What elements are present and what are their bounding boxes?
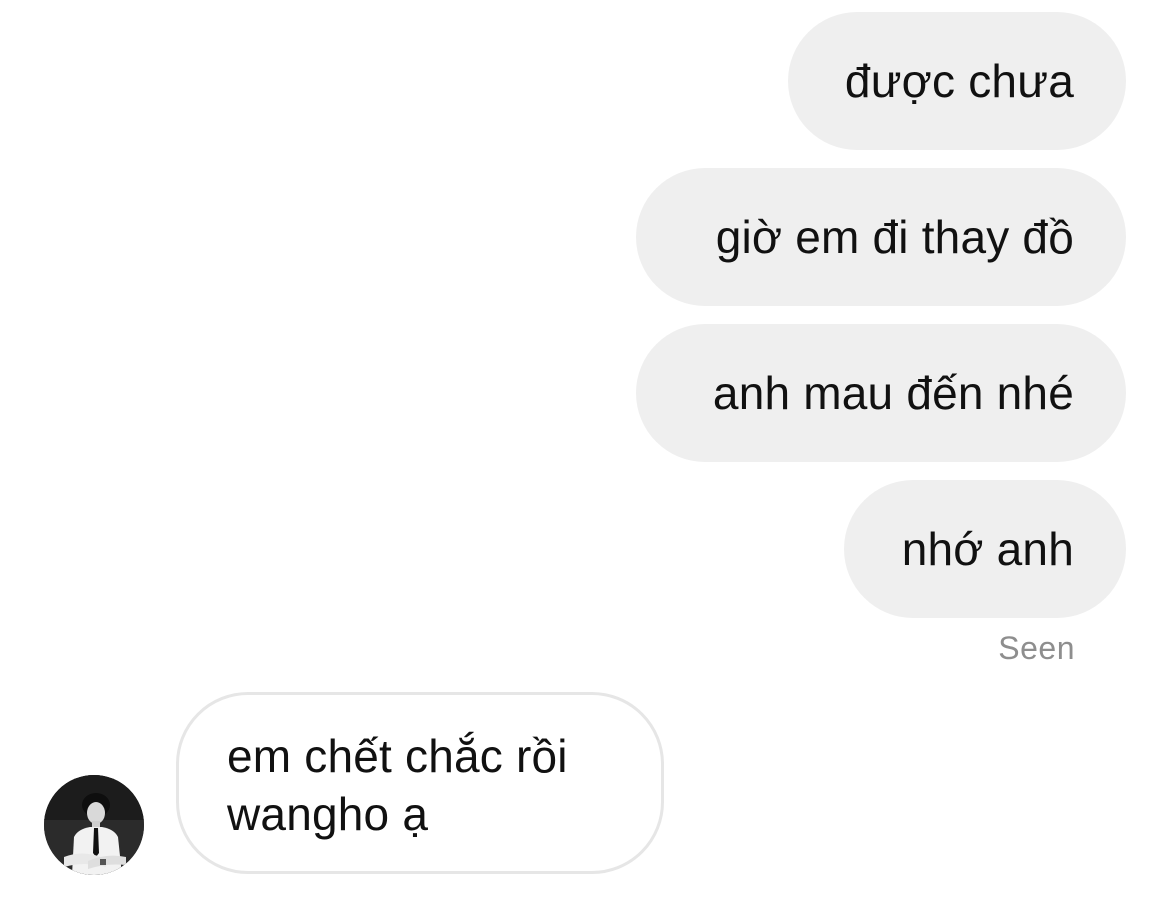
sent-message-bubble[interactable]: giờ em đi thay đồ: [636, 168, 1126, 306]
avatar[interactable]: [44, 775, 144, 875]
sent-message-bubble[interactable]: được chưa: [788, 12, 1126, 150]
sent-message-text: anh mau đến nhé: [712, 367, 1074, 419]
sent-message-text: được chưa: [844, 55, 1074, 107]
sent-message-bubble[interactable]: anh mau đến nhé: [636, 324, 1126, 462]
seen-status: Seen: [998, 630, 1075, 666]
chat-thread: được chưa giờ em đi thay đồ anh mau đến …: [0, 0, 1170, 898]
avatar-photo-icon: [44, 775, 144, 875]
sent-message-bubble[interactable]: nhớ anh: [844, 480, 1126, 618]
received-message-line: em chết chắc rồi: [227, 730, 568, 782]
sent-message-text: giờ em đi thay đồ: [715, 211, 1074, 263]
received-message-line: wangho ạ: [227, 788, 429, 840]
sent-message-text: nhớ anh: [901, 523, 1074, 575]
received-message-bubble[interactable]: em chết chắc rồi wangho ạ: [176, 692, 664, 874]
